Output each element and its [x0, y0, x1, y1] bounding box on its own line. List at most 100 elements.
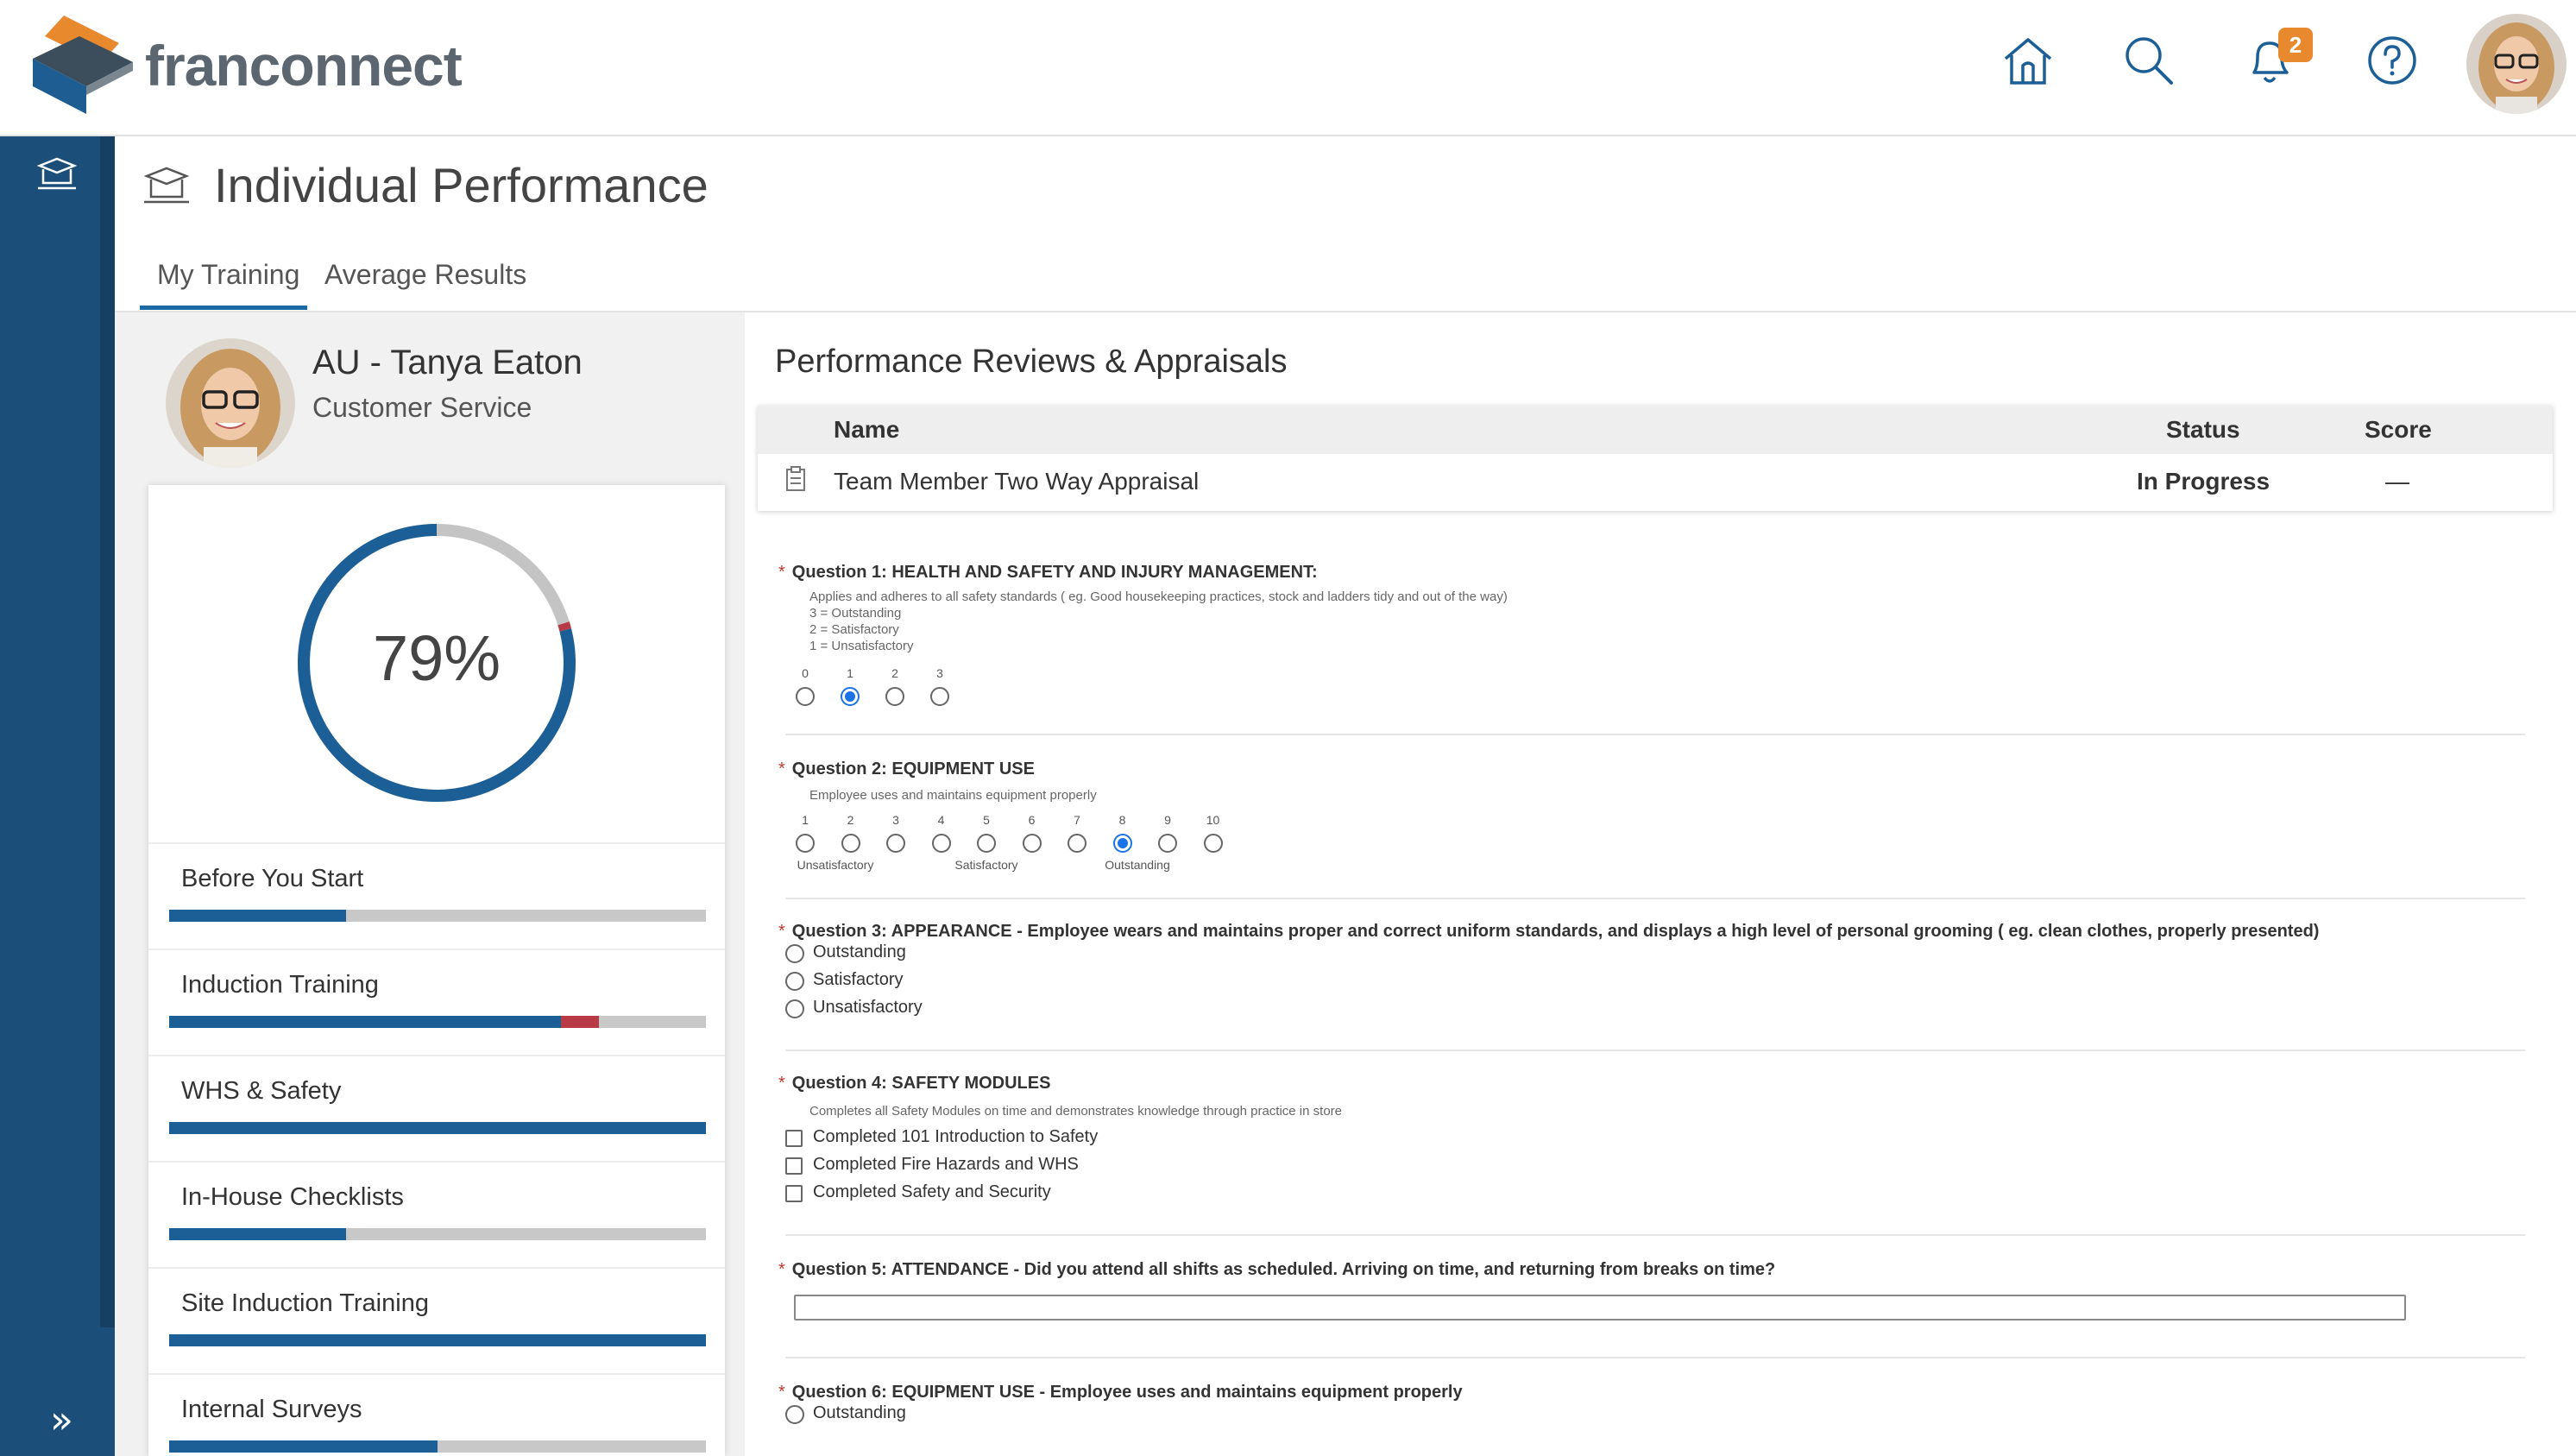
expand-sidebar-icon[interactable]: »	[50, 1398, 73, 1442]
scale-number: 3	[936, 666, 943, 680]
option-label[interactable]: Outstanding	[813, 942, 906, 962]
scale-number: 1	[802, 813, 809, 827]
overall-progress-label: 79%	[372, 622, 501, 694]
question-divider	[785, 1234, 2525, 1236]
rail-scrollbar[interactable]	[100, 136, 115, 1327]
question-4-title: * Question 4: SAFETY MODULES	[778, 1074, 1051, 1093]
scale-caption: Unsatisfactory	[797, 858, 874, 872]
page-title: Individual Performance	[214, 158, 709, 212]
rating-radio[interactable]	[1068, 834, 1086, 853]
rating-radio[interactable]	[841, 687, 860, 706]
progress-bar-fill	[169, 1334, 706, 1346]
user-avatar[interactable]	[2466, 14, 2567, 114]
progress-item[interactable]: Induction Training	[148, 949, 725, 1054]
progress-bar	[169, 1228, 706, 1240]
progress-item-label: WHS & Safety	[181, 1077, 342, 1105]
progress-item[interactable]: WHS & Safety	[148, 1055, 725, 1160]
progress-item-label: Internal Surveys	[181, 1396, 362, 1423]
scale-number: 5	[983, 813, 990, 827]
review-name-link[interactable]: Team Member Two Way Appraisal	[834, 468, 1199, 495]
rating-radio[interactable]	[796, 834, 815, 853]
top-header: franconnect 2	[0, 0, 2576, 136]
option-label[interactable]: Completed Fire Hazards and WHS	[813, 1155, 1079, 1175]
question-divider	[785, 734, 2525, 735]
progress-bar-fill	[169, 910, 347, 922]
col-score[interactable]: Score	[2365, 416, 2432, 444]
option-checkbox[interactable]	[785, 1130, 803, 1147]
progress-bar	[169, 910, 706, 922]
rating-radio[interactable]	[841, 834, 860, 853]
rating-radio[interactable]	[886, 834, 905, 853]
question-2-title: * Question 2: EQUIPMENT USE	[778, 760, 1035, 778]
help-icon[interactable]	[2365, 33, 2420, 88]
scale-number: 10	[1206, 813, 1220, 827]
rating-radio[interactable]	[977, 834, 996, 853]
rating-radio[interactable]	[1203, 834, 1223, 853]
progress-bar-overdue	[561, 1016, 599, 1028]
tab-average-results[interactable]: Average Results	[324, 259, 526, 291]
progress-bar-fill	[169, 1122, 706, 1134]
left-nav-rail	[0, 136, 115, 1456]
rating-radio[interactable]	[885, 687, 904, 706]
question-6-title: * Question 6: EQUIPMENT USE - Employee us…	[778, 1383, 1463, 1402]
progress-bar	[169, 1440, 706, 1453]
option-label[interactable]: Satisfactory	[813, 970, 903, 990]
progress-bar-fill	[169, 1016, 562, 1028]
profile-role: Customer Service	[312, 392, 532, 423]
question-divider	[785, 898, 2525, 899]
scale-number: 4	[937, 813, 945, 827]
tab-my-training[interactable]: My Training	[157, 259, 299, 291]
question-1-title: * Question 1: HEALTH AND SAFETY AND INJUR…	[778, 563, 1318, 582]
rating-radio[interactable]	[930, 687, 949, 706]
question-2-description: Employee uses and maintains equipment pr…	[809, 788, 1097, 803]
progress-item[interactable]: In-House Checklists	[148, 1161, 725, 1266]
scale-caption: Outstanding	[1105, 858, 1170, 872]
rating-radio[interactable]	[1022, 834, 1042, 853]
section-title: Performance Reviews & Appraisals	[775, 344, 1288, 380]
home-icon[interactable]	[2000, 33, 2056, 88]
col-status[interactable]: Status	[2166, 416, 2240, 444]
option-label[interactable]: Completed Safety and Security	[813, 1182, 1051, 1202]
progress-item-label: Induction Training	[181, 971, 379, 999]
rating-radio[interactable]	[1112, 834, 1132, 853]
option-radio[interactable]	[785, 1405, 804, 1424]
progress-item[interactable]: Internal Surveys	[148, 1373, 725, 1456]
scale-number: 0	[802, 666, 809, 680]
option-checkbox[interactable]	[785, 1157, 803, 1175]
question-divider	[785, 1357, 2525, 1358]
rating-radio[interactable]	[931, 834, 951, 853]
rating-radio[interactable]	[796, 687, 815, 706]
progress-item-label: In-House Checklists	[181, 1183, 404, 1211]
attendance-input[interactable]	[794, 1295, 2406, 1320]
question-1-description: Applies and adheres to all safety standa…	[809, 589, 1508, 653]
option-radio[interactable]	[785, 972, 804, 991]
training-cap-icon[interactable]	[35, 157, 79, 192]
notification-badge[interactable]: 2	[2278, 28, 2313, 62]
question-4-description: Completes all Safety Modules on time and…	[809, 1104, 1342, 1119]
progress-item-label: Site Induction Training	[181, 1289, 429, 1317]
progress-item[interactable]: Before You Start	[148, 842, 725, 948]
rating-radio[interactable]	[1158, 834, 1177, 853]
search-icon[interactable]	[2121, 33, 2176, 88]
question-3-title: * Question 3: APPEARANCE - Employee wears…	[778, 922, 2320, 941]
franconnect-logo-icon[interactable]	[29, 14, 138, 116]
option-label[interactable]: Completed 101 Introduction to Safety	[813, 1127, 1098, 1147]
logo-text: franconnect	[145, 34, 463, 98]
active-tab-indicator	[140, 306, 307, 310]
progress-bar	[169, 1016, 706, 1028]
option-radio[interactable]	[785, 999, 804, 1018]
clipboard-icon	[786, 466, 805, 491]
option-checkbox[interactable]	[785, 1185, 803, 1202]
profile-name: AU - Tanya Eaton	[312, 344, 583, 381]
progress-item[interactable]: Site Induction Training	[148, 1267, 725, 1372]
option-radio[interactable]	[785, 944, 804, 963]
training-cap-icon	[143, 167, 190, 204]
question-5-title: * Question 5: ATTENDANCE - Did you attend…	[778, 1260, 1776, 1279]
scale-caption: Satisfactory	[954, 858, 1018, 872]
option-label[interactable]: Outstanding	[813, 1403, 906, 1423]
scale-number: 6	[1028, 813, 1036, 827]
scale-number: 3	[892, 813, 899, 827]
option-label[interactable]: Unsatisfactory	[813, 998, 923, 1018]
col-name[interactable]: Name	[834, 416, 899, 444]
progress-bar-fill	[169, 1228, 347, 1240]
